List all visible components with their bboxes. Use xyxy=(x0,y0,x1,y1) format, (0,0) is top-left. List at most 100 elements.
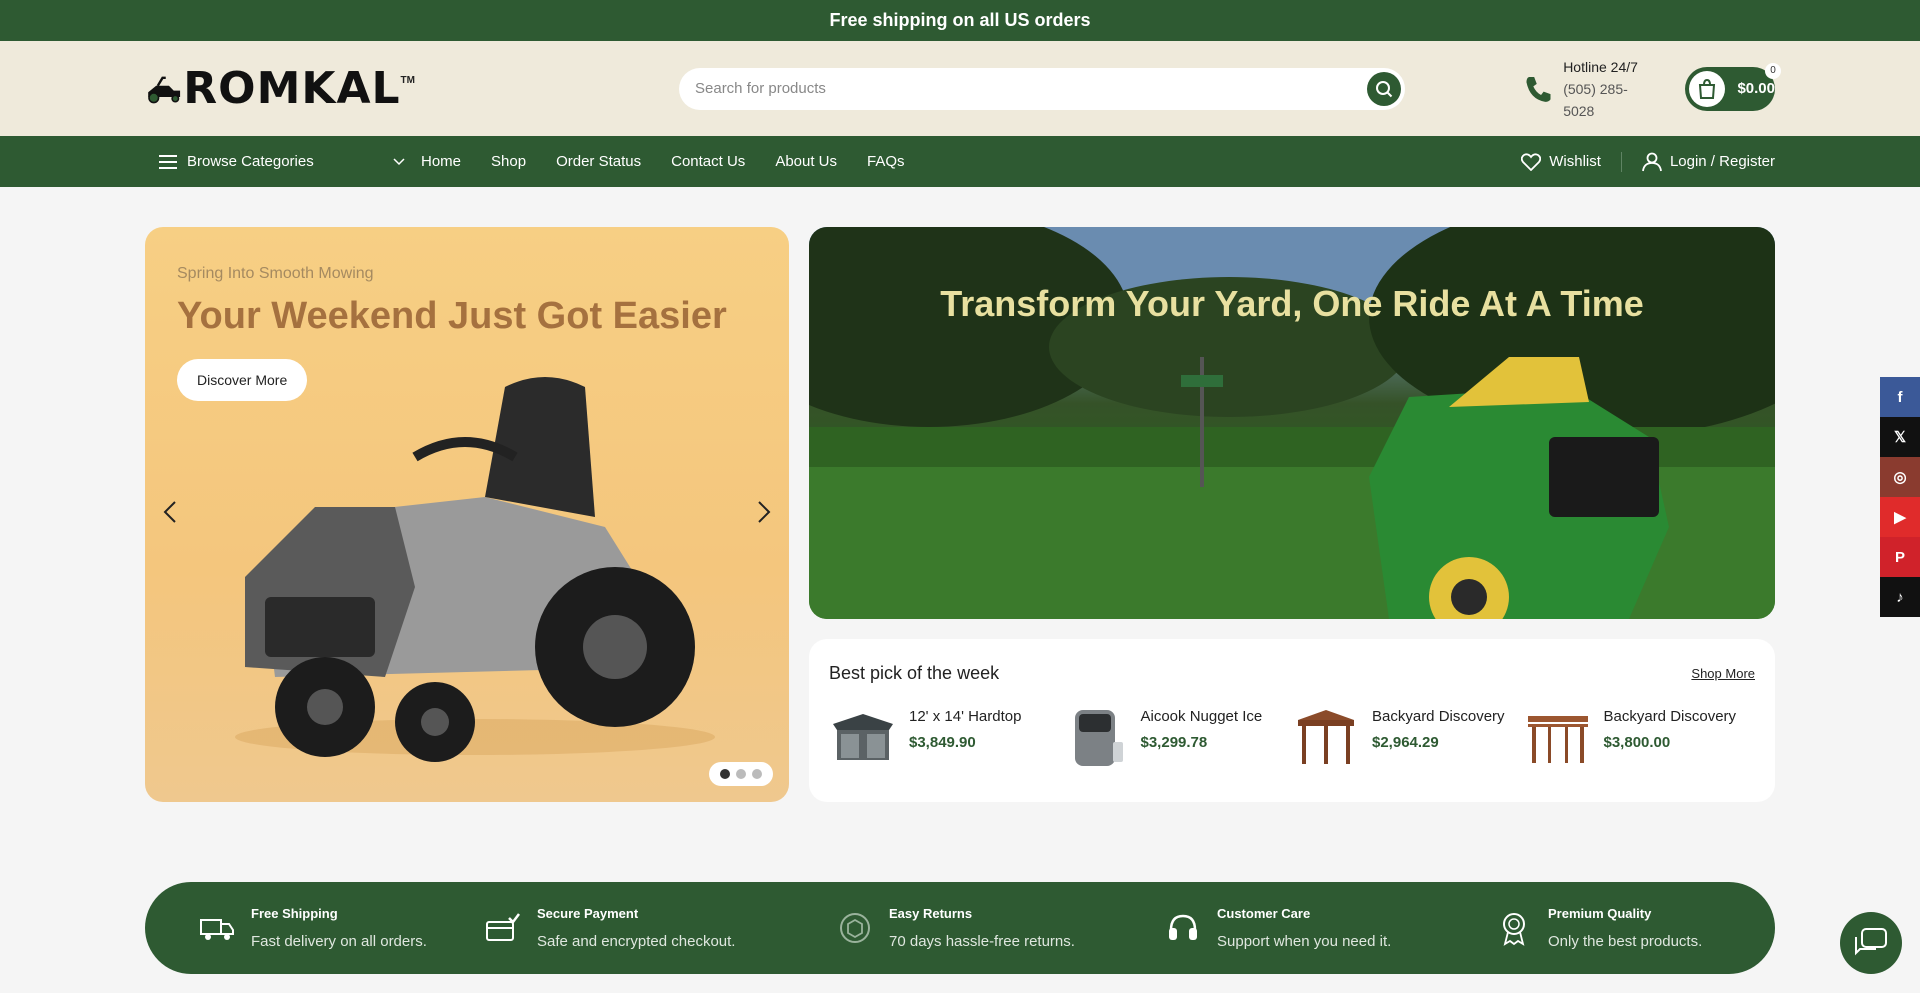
youtube-icon: ▶ xyxy=(1894,509,1906,526)
slider-dot-1[interactable] xyxy=(720,769,730,779)
gazebo-hardtop-image xyxy=(833,714,893,760)
nav-link-home[interactable]: Home xyxy=(421,153,461,170)
product-price: $2,964.29 xyxy=(1372,734,1439,751)
feature-title: Customer Care xyxy=(1217,906,1311,921)
shopping-bag-icon xyxy=(1689,70,1726,107)
best-pick-section: Best pick of the week Shop More 12' x 14… xyxy=(809,639,1775,802)
search-input[interactable] xyxy=(695,80,1368,97)
phone-icon xyxy=(1526,76,1551,102)
hero-title: Your Weekend Just Got Easier xyxy=(177,295,727,337)
product-card[interactable]: Backyard Discovery $2,964.29 xyxy=(1292,702,1524,770)
x-icon: 𝕏 xyxy=(1893,429,1907,446)
nav-link-order-status[interactable]: Order Status xyxy=(556,153,641,170)
nav-link-faqs[interactable]: FAQs xyxy=(867,153,905,170)
feature-premium-quality: Premium Quality Only the best products. xyxy=(1496,906,1702,950)
headset-icon xyxy=(1169,914,1197,940)
slider-next-button[interactable] xyxy=(749,497,779,527)
delivery-truck-icon xyxy=(200,919,234,940)
product-card[interactable]: Aicook Nugget Ice $3,299.78 xyxy=(1061,702,1293,770)
ice-maker-image xyxy=(1074,710,1123,766)
feature-desc: Fast delivery on all orders. xyxy=(251,933,427,950)
logo-text: ROMKAL xyxy=(183,62,401,114)
feature-title: Free Shipping xyxy=(251,906,338,921)
slider-prev-button[interactable] xyxy=(155,497,185,527)
main-nav: Browse Categories Home Shop Order Status… xyxy=(0,136,1920,187)
chat-widget-button[interactable] xyxy=(1840,912,1902,974)
social-share-bar: f 𝕏 ◎ ▶ P ♪ xyxy=(1880,377,1920,617)
promo-banner-title: Transform Your Yard, One Ride At A Time xyxy=(940,283,1644,324)
product-price: $3,800.00 xyxy=(1603,734,1671,751)
cart-total: $0.00 xyxy=(1737,80,1775,97)
feature-desc: Support when you need it. xyxy=(1217,933,1392,950)
chevron-down-icon xyxy=(393,157,405,165)
search-icon xyxy=(1376,80,1393,97)
backyard-pavilion-image xyxy=(1527,716,1588,763)
logo[interactable]: ROMKAL TM xyxy=(145,62,415,114)
x-twitter-button[interactable]: 𝕏 xyxy=(1880,417,1920,457)
wishlist-label: Wishlist xyxy=(1549,153,1601,170)
wishlist-link[interactable]: Wishlist xyxy=(1521,152,1601,171)
facebook-button[interactable]: f xyxy=(1880,377,1920,417)
product-card[interactable]: 12' x 14' Hardtop $3,849.90 xyxy=(829,702,1061,770)
login-register-link[interactable]: Login / Register xyxy=(1642,152,1775,172)
facebook-icon: f xyxy=(1897,388,1903,406)
tiktok-button[interactable]: ♪ xyxy=(1880,577,1920,617)
feature-easy-returns: Easy Returns 70 days hassle-free returns… xyxy=(837,906,1165,950)
heart-icon xyxy=(1521,152,1542,171)
pinterest-button[interactable]: P xyxy=(1880,537,1920,577)
search-bar xyxy=(679,67,1406,110)
product-card[interactable]: Backyard Discovery $3,800.00 xyxy=(1524,702,1756,770)
search-button[interactable] xyxy=(1367,71,1402,106)
slider-dot-2[interactable] xyxy=(736,769,746,779)
mower-logo-icon xyxy=(148,76,181,103)
product-price: $3,299.78 xyxy=(1140,734,1208,751)
nav-link-shop[interactable]: Shop xyxy=(491,153,526,170)
nav-link-contact-us[interactable]: Contact Us xyxy=(671,153,745,170)
features-strip: Free Shipping Fast delivery on all order… xyxy=(145,882,1775,974)
award-badge-icon xyxy=(1503,913,1525,946)
nav-link-about-us[interactable]: About Us xyxy=(775,153,837,170)
product-price: $3,849.90 xyxy=(909,734,976,751)
feature-desc: Safe and encrypted checkout. xyxy=(537,933,736,950)
instagram-button[interactable]: ◎ xyxy=(1880,457,1920,497)
hero-eyebrow: Spring Into Smooth Mowing xyxy=(177,265,374,282)
browse-categories-label: Browse Categories xyxy=(187,153,314,170)
shipping-banner: Free shipping on all US orders xyxy=(0,0,1920,41)
shop-more-link[interactable]: Shop More xyxy=(1691,666,1755,681)
feature-desc: 70 days hassle-free returns. xyxy=(889,933,1075,950)
chevron-right-icon xyxy=(758,501,771,523)
chat-bubble-icon xyxy=(1855,928,1887,956)
hotline-phone[interactable]: (505) 285-5028 xyxy=(1563,78,1645,122)
chevron-left-icon xyxy=(163,501,176,523)
pinterest-icon: P xyxy=(1894,548,1905,566)
feature-title: Premium Quality xyxy=(1548,906,1652,921)
shipping-banner-text: Free shipping on all US orders xyxy=(829,10,1091,30)
feature-title: Easy Returns xyxy=(889,906,973,921)
slider-pagination xyxy=(709,762,773,786)
logo-trademark: TM xyxy=(400,74,415,86)
promo-banner[interactable]: Transform Your Yard, One Ride At A Time xyxy=(809,227,1775,619)
login-register-label: Login / Register xyxy=(1669,153,1775,170)
feature-free-shipping: Free Shipping Fast delivery on all order… xyxy=(199,906,485,950)
feature-secure-payment: Secure Payment Safe and encrypted checko… xyxy=(485,906,837,950)
product-name: Aicook Nugget Ice xyxy=(1140,708,1263,725)
cart-button[interactable]: $0.00 0 xyxy=(1685,62,1781,111)
slider-dot-3[interactable] xyxy=(752,769,762,779)
hotline: Hotline 24/7 (505) 285-5028 xyxy=(1523,56,1645,122)
feature-desc: Only the best products. xyxy=(1548,933,1703,950)
account-links: Wishlist Login / Register xyxy=(1521,151,1775,172)
best-pick-title: Best pick of the week xyxy=(829,663,1000,683)
backyard-pergola-image xyxy=(1298,710,1354,764)
feature-customer-care: Customer Care Support when you need it. xyxy=(1165,906,1496,950)
youtube-button[interactable]: ▶ xyxy=(1880,497,1920,537)
user-icon xyxy=(1642,152,1662,171)
product-name: Backyard Discovery xyxy=(1372,708,1505,725)
hamburger-menu-icon xyxy=(159,154,177,169)
browse-categories-dropdown[interactable]: Browse Categories xyxy=(145,153,405,170)
return-box-icon xyxy=(840,913,870,943)
riding-mower-image xyxy=(235,377,715,762)
instagram-icon: ◎ xyxy=(1893,469,1907,486)
hotline-title: Hotline 24/7 xyxy=(1563,58,1638,75)
nav-divider xyxy=(1620,151,1622,172)
secure-card-icon xyxy=(486,913,520,941)
